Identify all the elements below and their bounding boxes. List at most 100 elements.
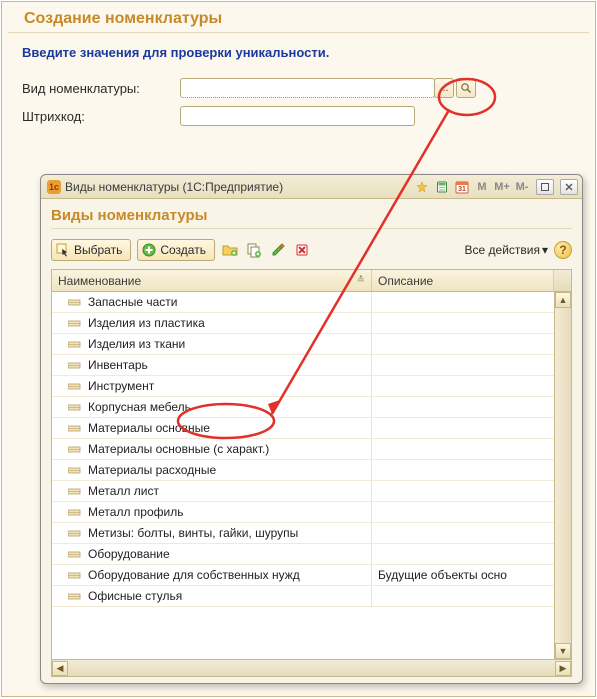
- table-row[interactable]: Оборудование для собственных нуждБудущие…: [52, 565, 571, 586]
- barcode-label: Штрихкод:: [22, 109, 172, 124]
- memory-mminus-button[interactable]: M-: [514, 179, 530, 195]
- column-header-desc[interactable]: Описание: [372, 270, 554, 291]
- scroll-up-arrow[interactable]: ▲: [555, 292, 571, 308]
- item-icon: [68, 297, 82, 307]
- item-icon: [68, 570, 82, 580]
- item-icon: [68, 549, 82, 559]
- horizontal-scrollbar[interactable]: ◀ ▶: [52, 659, 571, 676]
- table-row[interactable]: Металл профиль: [52, 502, 571, 523]
- table-row[interactable]: Материалы основные (с характ.): [52, 439, 571, 460]
- barcode-input[interactable]: [180, 106, 415, 126]
- create-button[interactable]: Создать: [137, 239, 215, 261]
- popup-toolbar: Выбрать Создать Все действия ▾ ?: [51, 237, 572, 263]
- favorite-icon[interactable]: [414, 179, 430, 195]
- cell-name: Корпусная мебель: [52, 397, 372, 417]
- cell-desc: [372, 544, 571, 564]
- table-row[interactable]: Материалы основные: [52, 418, 571, 439]
- cell-name: Запасные части: [52, 292, 372, 312]
- chevron-down-icon: ▾: [542, 243, 548, 257]
- calculator-icon[interactable]: [434, 179, 450, 195]
- new-folder-button[interactable]: [221, 241, 239, 259]
- scroll-down-arrow[interactable]: ▼: [555, 643, 571, 659]
- item-icon: [68, 528, 82, 538]
- calendar-icon[interactable]: 31: [454, 179, 470, 195]
- vertical-scrollbar[interactable]: ▲ ▼: [554, 292, 571, 659]
- cell-name: Метизы: болты, винты, гайки, шурупы: [52, 523, 372, 543]
- cell-name: Изделия из ткани: [52, 334, 372, 354]
- window-title: Виды номенклатуры (1С:Предприятие): [65, 180, 283, 194]
- cell-desc: [372, 313, 571, 333]
- cell-name: Металл лист: [52, 481, 372, 501]
- table-row[interactable]: Запасные части: [52, 292, 571, 313]
- column-header-name[interactable]: Наименование ≛: [52, 270, 372, 291]
- table-row[interactable]: Офисные стулья: [52, 586, 571, 607]
- item-icon: [68, 444, 82, 454]
- table-row[interactable]: Металл лист: [52, 481, 571, 502]
- item-icon: [68, 507, 82, 517]
- edit-button[interactable]: [269, 241, 287, 259]
- cell-desc: [372, 292, 571, 312]
- app-logo-icon: 1c: [47, 180, 61, 194]
- window-maximize-button[interactable]: [536, 179, 554, 195]
- cell-desc: [372, 334, 571, 354]
- cell-desc: [372, 586, 571, 606]
- nomtype-picker-window: 1c Виды номенклатуры (1С:Предприятие) 31…: [40, 174, 583, 684]
- item-icon: [68, 486, 82, 496]
- table-row[interactable]: Оборудование: [52, 544, 571, 565]
- nomtype-input[interactable]: [180, 78, 435, 98]
- cell-desc: [372, 502, 571, 522]
- item-icon: [68, 423, 82, 433]
- magnifier-icon: [460, 82, 472, 94]
- item-icon: [68, 465, 82, 475]
- cell-desc: [372, 418, 571, 438]
- table-row[interactable]: Корпусная мебель: [52, 397, 571, 418]
- all-actions-menu[interactable]: Все действия ▾: [465, 243, 549, 257]
- cell-name: Инвентарь: [52, 355, 372, 375]
- cell-name: Инструмент: [52, 376, 372, 396]
- popup-heading: Виды номенклатуры: [51, 207, 572, 229]
- cell-desc: [372, 460, 571, 480]
- cell-desc: [372, 397, 571, 417]
- cell-name: Материалы основные: [52, 418, 372, 438]
- all-actions-label: Все действия: [465, 243, 540, 257]
- sort-icon: ≛: [357, 275, 365, 286]
- cell-name: Оборудование: [52, 544, 372, 564]
- help-button[interactable]: ?: [554, 241, 572, 259]
- item-icon: [68, 402, 82, 412]
- scroll-right-arrow[interactable]: ▶: [555, 661, 571, 676]
- window-titlebar[interactable]: 1c Виды номенклатуры (1С:Предприятие) 31…: [41, 175, 582, 199]
- item-icon: [68, 591, 82, 601]
- cell-name: Оборудование для собственных нужд: [52, 565, 372, 585]
- table-row[interactable]: Изделия из пластика: [52, 313, 571, 334]
- cell-desc: [372, 439, 571, 459]
- table-row[interactable]: Материалы расходные: [52, 460, 571, 481]
- window-close-button[interactable]: [560, 179, 578, 195]
- nomtype-label: Вид номенклатуры:: [22, 81, 172, 96]
- table-row[interactable]: Метизы: болты, винты, гайки, шурупы: [52, 523, 571, 544]
- cell-desc: [372, 376, 571, 396]
- cell-name: Материалы расходные: [52, 460, 372, 480]
- copy-button[interactable]: [245, 241, 263, 259]
- delete-button[interactable]: [293, 241, 311, 259]
- cell-desc: [372, 481, 571, 501]
- nomtype-select-button[interactable]: ...: [434, 78, 454, 98]
- item-icon: [68, 339, 82, 349]
- cell-name: Офисные стулья: [52, 586, 372, 606]
- instruction-text: Введите значения для проверки уникальнос…: [2, 45, 595, 74]
- memory-mplus-button[interactable]: M+: [494, 179, 510, 195]
- create-button-label: Создать: [160, 243, 206, 257]
- scroll-left-arrow[interactable]: ◀: [52, 661, 68, 676]
- table-row[interactable]: Инвентарь: [52, 355, 571, 376]
- nomtype-open-button[interactable]: [456, 78, 476, 98]
- cell-desc: [372, 355, 571, 375]
- memory-m-button[interactable]: M: [474, 179, 490, 195]
- item-icon: [68, 318, 82, 328]
- table-row[interactable]: Инструмент: [52, 376, 571, 397]
- item-icon: [68, 381, 82, 391]
- svg-text:31: 31: [458, 186, 466, 193]
- page-title: Создание номенклатуры: [8, 10, 589, 33]
- select-cursor-icon: [56, 243, 70, 257]
- select-button[interactable]: Выбрать: [51, 239, 131, 261]
- table-row[interactable]: Изделия из ткани: [52, 334, 571, 355]
- cell-name: Металл профиль: [52, 502, 372, 522]
